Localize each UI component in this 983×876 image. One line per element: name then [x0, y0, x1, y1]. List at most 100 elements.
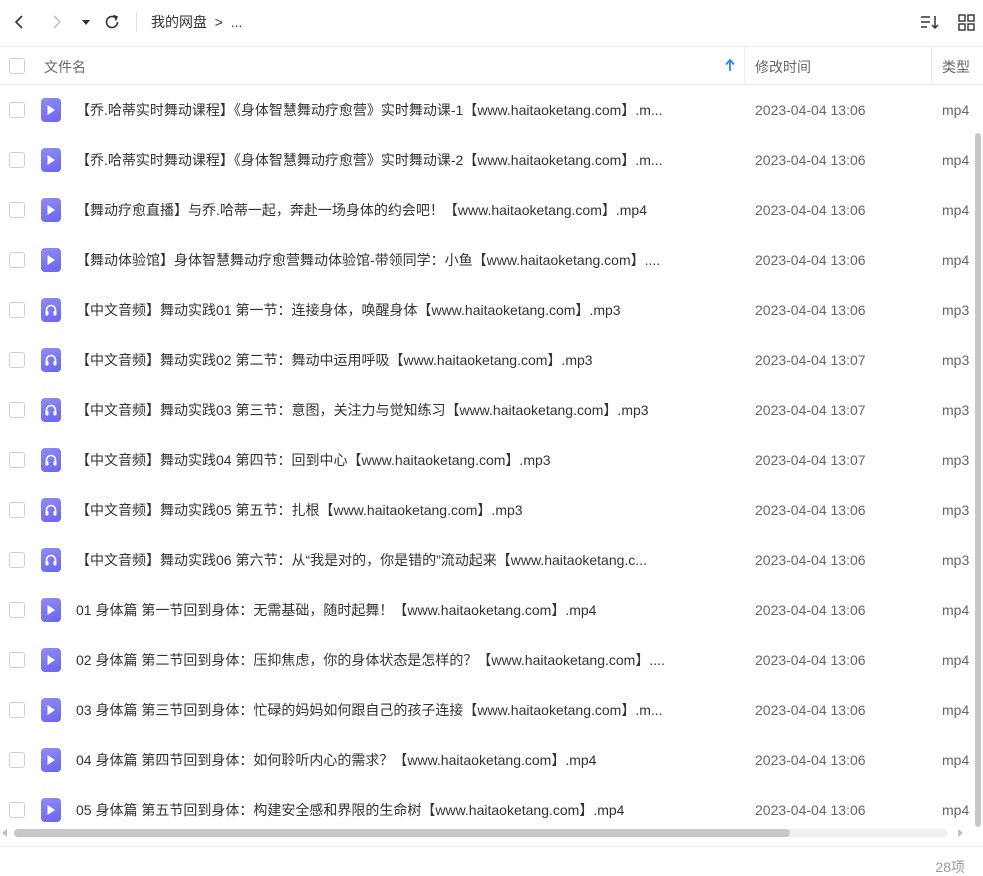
row-checkbox[interactable]: [9, 702, 25, 718]
file-name[interactable]: 02 身体篇 第二节回到身体：压抑焦虑，你的身体状态是怎样的？【www.hait…: [76, 650, 736, 670]
video-file-icon: [41, 748, 61, 772]
breadcrumb-root[interactable]: 我的网盘: [151, 12, 207, 32]
column-header-name[interactable]: 文件名: [44, 57, 86, 77]
item-count: 28项: [935, 859, 965, 875]
scroll-left-arrow-icon[interactable]: [2, 829, 7, 837]
file-row[interactable]: 【中文音频】舞动实践01 第一节：连接身体，唤醒身体【www.haitaoket…: [0, 285, 972, 335]
file-row[interactable]: 01 身体篇 第一节回到身体：无需基础，随时起舞！【www.haitaoketa…: [0, 585, 972, 635]
column-divider[interactable]: [744, 47, 745, 84]
file-row[interactable]: 【乔.哈蒂实时舞动课程】《身体智慧舞动疗愈营》实时舞动课-2【www.haita…: [0, 135, 972, 185]
file-name[interactable]: 【中文音频】舞动实践05 第五节：扎根【www.haitaoketang.com…: [76, 500, 736, 520]
file-type: mp4: [942, 152, 970, 168]
file-type: mp4: [942, 202, 970, 218]
file-name[interactable]: 01 身体篇 第一节回到身体：无需基础，随时起舞！【www.haitaoketa…: [76, 600, 736, 620]
vertical-scrollbar[interactable]: [972, 85, 983, 827]
file-name[interactable]: 04 身体篇 第四节回到身体：如何聆听内心的需求？【www.haitaoketa…: [76, 750, 736, 770]
file-name[interactable]: 03 身体篇 第三节回到身体：忙碌的妈妈如何跟自己的孩子连接【www.haita…: [76, 700, 736, 720]
file-list: 【乔.哈蒂实时舞动课程】《身体智慧舞动疗愈营》实时舞动课-1【www.haita…: [0, 85, 972, 827]
file-type: mp4: [942, 252, 970, 268]
file-modified-time: 2023-04-04 13:06: [755, 252, 866, 268]
file-type: mp4: [942, 752, 970, 768]
row-checkbox[interactable]: [9, 402, 25, 418]
back-button[interactable]: [8, 10, 30, 34]
file-modified-time: 2023-04-04 13:06: [755, 202, 866, 218]
row-checkbox[interactable]: [9, 202, 25, 218]
row-checkbox[interactable]: [9, 602, 25, 618]
chevron-right-icon: [53, 15, 62, 29]
toolbar: 我的网盘 > ...: [0, 0, 983, 46]
file-modified-time: 2023-04-04 13:06: [755, 302, 866, 318]
file-modified-time: 2023-04-04 13:06: [755, 502, 866, 518]
row-checkbox[interactable]: [9, 302, 25, 318]
grid-view-icon: [957, 13, 975, 31]
file-row[interactable]: 【乔.哈蒂实时舞动课程】《身体智慧舞动疗愈营》实时舞动课-1【www.haita…: [0, 85, 972, 135]
file-name[interactable]: 【中文音频】舞动实践04 第四节：回到中心【www.haitaoketang.c…: [76, 450, 736, 470]
file-type: mp4: [942, 602, 970, 618]
file-modified-time: 2023-04-04 13:06: [755, 552, 866, 568]
row-checkbox[interactable]: [9, 152, 25, 168]
row-checkbox[interactable]: [9, 802, 25, 818]
select-all-checkbox[interactable]: [9, 58, 25, 74]
caret-down-icon: [82, 20, 90, 25]
horizontal-scrollbar-thumb[interactable]: [14, 829, 790, 837]
file-row[interactable]: 【中文音频】舞动实践03 第三节：意图，关注力与觉知练习【www.haitaok…: [0, 385, 972, 435]
file-row[interactable]: 【中文音频】舞动实践06 第六节：从“我是对的，你是错的”流动起来【www.ha…: [0, 535, 972, 585]
file-name[interactable]: 05 身体篇 第五节回到身体：构建安全感和界限的生命树【www.haitaoke…: [76, 800, 736, 820]
video-file-icon: [41, 98, 61, 122]
sort-list-icon: [921, 16, 939, 30]
file-list-header: 文件名 修改时间 类型: [0, 46, 983, 85]
row-checkbox[interactable]: [9, 502, 25, 518]
forward-button[interactable]: [46, 10, 68, 34]
file-modified-time: 2023-04-04 13:07: [755, 352, 866, 368]
file-modified-time: 2023-04-04 13:06: [755, 152, 866, 168]
scroll-right-arrow-icon[interactable]: [958, 829, 963, 837]
column-divider[interactable]: [931, 47, 932, 84]
grid-view-button[interactable]: [955, 10, 977, 34]
sort-button[interactable]: [918, 10, 942, 34]
file-modified-time: 2023-04-04 13:06: [755, 602, 866, 618]
file-row[interactable]: 【中文音频】舞动实践02 第二节：舞动中运用呼吸【www.haitaoketan…: [0, 335, 972, 385]
file-name[interactable]: 【中文音频】舞动实践06 第六节：从“我是对的，你是错的”流动起来【www.ha…: [76, 550, 736, 570]
file-name[interactable]: 【乔.哈蒂实时舞动课程】《身体智慧舞动疗愈营》实时舞动课-2【www.haita…: [76, 150, 736, 170]
file-type: mp4: [942, 702, 970, 718]
row-checkbox[interactable]: [9, 252, 25, 268]
file-type: mp4: [942, 802, 970, 818]
file-name[interactable]: 【乔.哈蒂实时舞动课程】《身体智慧舞动疗愈营》实时舞动课-1【www.haita…: [76, 100, 736, 120]
file-name[interactable]: 【中文音频】舞动实践01 第一节：连接身体，唤醒身体【www.haitaoket…: [76, 300, 736, 320]
breadcrumb-ellipsis[interactable]: ...: [231, 12, 243, 32]
video-file-icon: [41, 198, 61, 222]
history-dropdown-button[interactable]: [78, 10, 94, 34]
file-name[interactable]: 【舞动疗愈直播】与乔.哈蒂一起，奔赴一场身体的约会吧！【www.haitaoke…: [76, 200, 736, 220]
file-row[interactable]: 【舞动疗愈直播】与乔.哈蒂一起，奔赴一场身体的约会吧！【www.haitaoke…: [0, 185, 972, 235]
file-row[interactable]: 【中文音频】舞动实践05 第五节：扎根【www.haitaoketang.com…: [0, 485, 972, 535]
refresh-button[interactable]: [101, 10, 123, 34]
sort-ascending-icon[interactable]: [724, 58, 736, 77]
file-name[interactable]: 【中文音频】舞动实践02 第二节：舞动中运用呼吸【www.haitaoketan…: [76, 350, 736, 370]
audio-file-icon: [41, 548, 61, 572]
row-checkbox[interactable]: [9, 752, 25, 768]
row-checkbox[interactable]: [9, 352, 25, 368]
video-file-icon: [41, 248, 61, 272]
file-type: mp3: [942, 352, 970, 368]
vertical-scrollbar-thumb[interactable]: [975, 133, 981, 827]
file-row[interactable]: 05 身体篇 第五节回到身体：构建安全感和界限的生命树【www.haitaoke…: [0, 785, 972, 827]
file-row[interactable]: 【舞动体验馆】身体智慧舞动疗愈营舞动体验馆-带领同学：小鱼【www.haitao…: [0, 235, 972, 285]
file-row[interactable]: 04 身体篇 第四节回到身体：如何聆听内心的需求？【www.haitaoketa…: [0, 735, 972, 785]
audio-file-icon: [41, 398, 61, 422]
horizontal-scrollbar[interactable]: [0, 827, 972, 841]
file-row[interactable]: 【中文音频】舞动实践04 第四节：回到中心【www.haitaoketang.c…: [0, 435, 972, 485]
column-header-type[interactable]: 类型: [942, 57, 970, 77]
file-name[interactable]: 【舞动体验馆】身体智慧舞动疗愈营舞动体验馆-带领同学：小鱼【www.haitao…: [76, 250, 736, 270]
file-name[interactable]: 【中文音频】舞动实践03 第三节：意图，关注力与觉知练习【www.haitaok…: [76, 400, 736, 420]
toolbar-divider: [136, 12, 137, 32]
row-checkbox[interactable]: [9, 552, 25, 568]
refresh-icon: [105, 14, 119, 29]
file-type: mp3: [942, 552, 970, 568]
file-row[interactable]: 03 身体篇 第三节回到身体：忙碌的妈妈如何跟自己的孩子连接【www.haita…: [0, 685, 972, 735]
file-row[interactable]: 02 身体篇 第二节回到身体：压抑焦虑，你的身体状态是怎样的？【www.hait…: [0, 635, 972, 685]
row-checkbox[interactable]: [9, 102, 25, 118]
column-header-modified-time[interactable]: 修改时间: [755, 57, 811, 77]
row-checkbox[interactable]: [9, 452, 25, 468]
row-checkbox[interactable]: [9, 652, 25, 668]
audio-file-icon: [41, 348, 61, 372]
